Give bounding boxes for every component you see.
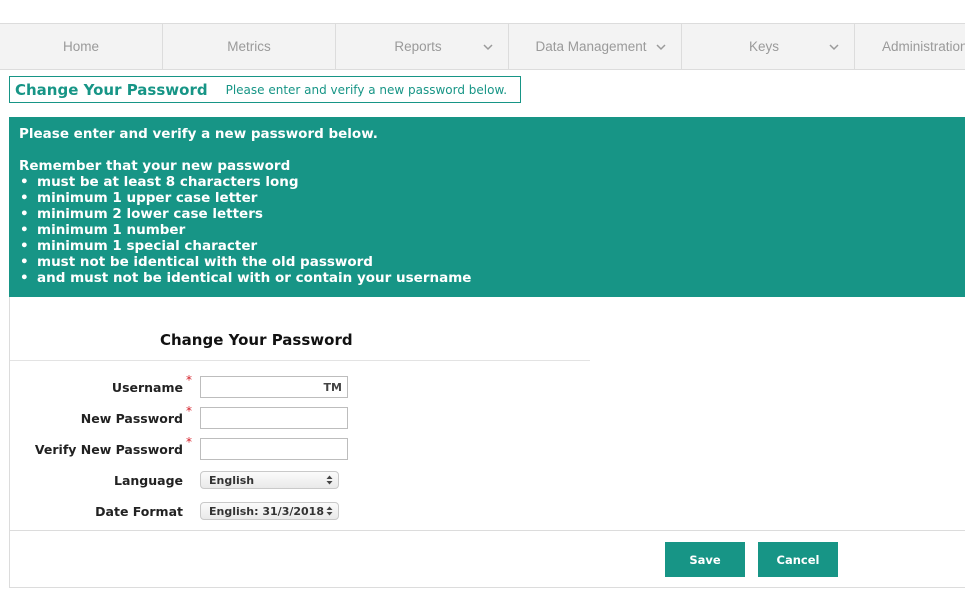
cancel-button[interactable]: Cancel [758,542,838,577]
select-arrows-icon [326,475,333,485]
language-value: English [209,474,255,487]
username-label: Username [111,380,183,395]
save-button[interactable]: Save [665,542,745,577]
username-row: Username * [10,373,590,398]
nav-keys[interactable]: Keys [682,24,855,69]
page-title: Change Your Password [15,80,208,99]
date-format-label: Date Format [95,504,183,519]
rule-item: must be at least 8 characters long [19,174,965,190]
divider [10,360,590,361]
nav-keys-label: Keys [748,39,779,54]
info-intro: Please enter and verify a new password b… [19,126,378,142]
username-field[interactable] [200,376,348,398]
nav-reports[interactable]: Reports [336,24,509,69]
nav-data-management[interactable]: Data Management [509,24,682,69]
nav-home[interactable]: Home [0,24,163,69]
rule-item: minimum 1 number [19,222,965,238]
verify-password-label: Verify New Password [34,442,183,457]
date-format-value: English: 31/3/2018 [209,505,324,518]
password-rules-panel: Please enter and verify a new password b… [9,117,965,297]
rules-list: must be at least 8 characters long minim… [19,174,965,286]
rule-item: must not be identical with the old passw… [19,254,965,270]
nav-home-label: Home [62,39,99,54]
page-subtitle: Please enter and verify a new password b… [225,82,508,97]
required-mark: * [186,435,192,449]
date-format-row: Date Format English: 31/3/2018 [10,500,590,522]
rule-item: minimum 2 lower case letters [19,206,965,222]
nav-administration[interactable]: Administration [855,24,965,69]
language-row: Language English [10,469,590,491]
rule-item: minimum 1 upper case letter [19,190,965,206]
nav-metrics-label: Metrics [227,39,271,54]
nav-administration-label: Administration [882,39,965,54]
nav-metrics[interactable]: Metrics [163,24,336,69]
form-title: Change Your Password [160,331,353,349]
verify-password-field[interactable] [200,438,348,460]
language-select[interactable]: English [200,471,339,489]
date-format-select[interactable]: English: 31/3/2018 [200,502,339,520]
chevron-down-icon [829,43,839,50]
nav-data-management-label: Data Management [535,39,647,54]
new-password-field[interactable] [200,407,348,429]
required-mark: * [186,404,192,418]
change-password-form: Change Your Password Username * New Pass… [9,297,965,588]
main-nav: Home Metrics Reports Data Management Key… [0,23,965,70]
chevron-down-icon [483,43,493,50]
divider [10,530,965,531]
info-remember: Remember that your new password [19,158,291,174]
required-mark: * [186,373,192,387]
rule-item: minimum 1 special character [19,238,965,254]
chevron-down-icon [656,43,666,50]
select-arrows-icon [326,506,333,516]
page-header: Change Your Password Please enter and ve… [9,76,521,103]
rule-item: and must not be identical with or contai… [19,270,965,286]
verify-password-row: Verify New Password * [10,435,590,460]
new-password-row: New Password * [10,404,590,429]
nav-reports-label: Reports [394,39,442,54]
language-label: Language [113,473,183,488]
new-password-label: New Password [80,411,183,426]
